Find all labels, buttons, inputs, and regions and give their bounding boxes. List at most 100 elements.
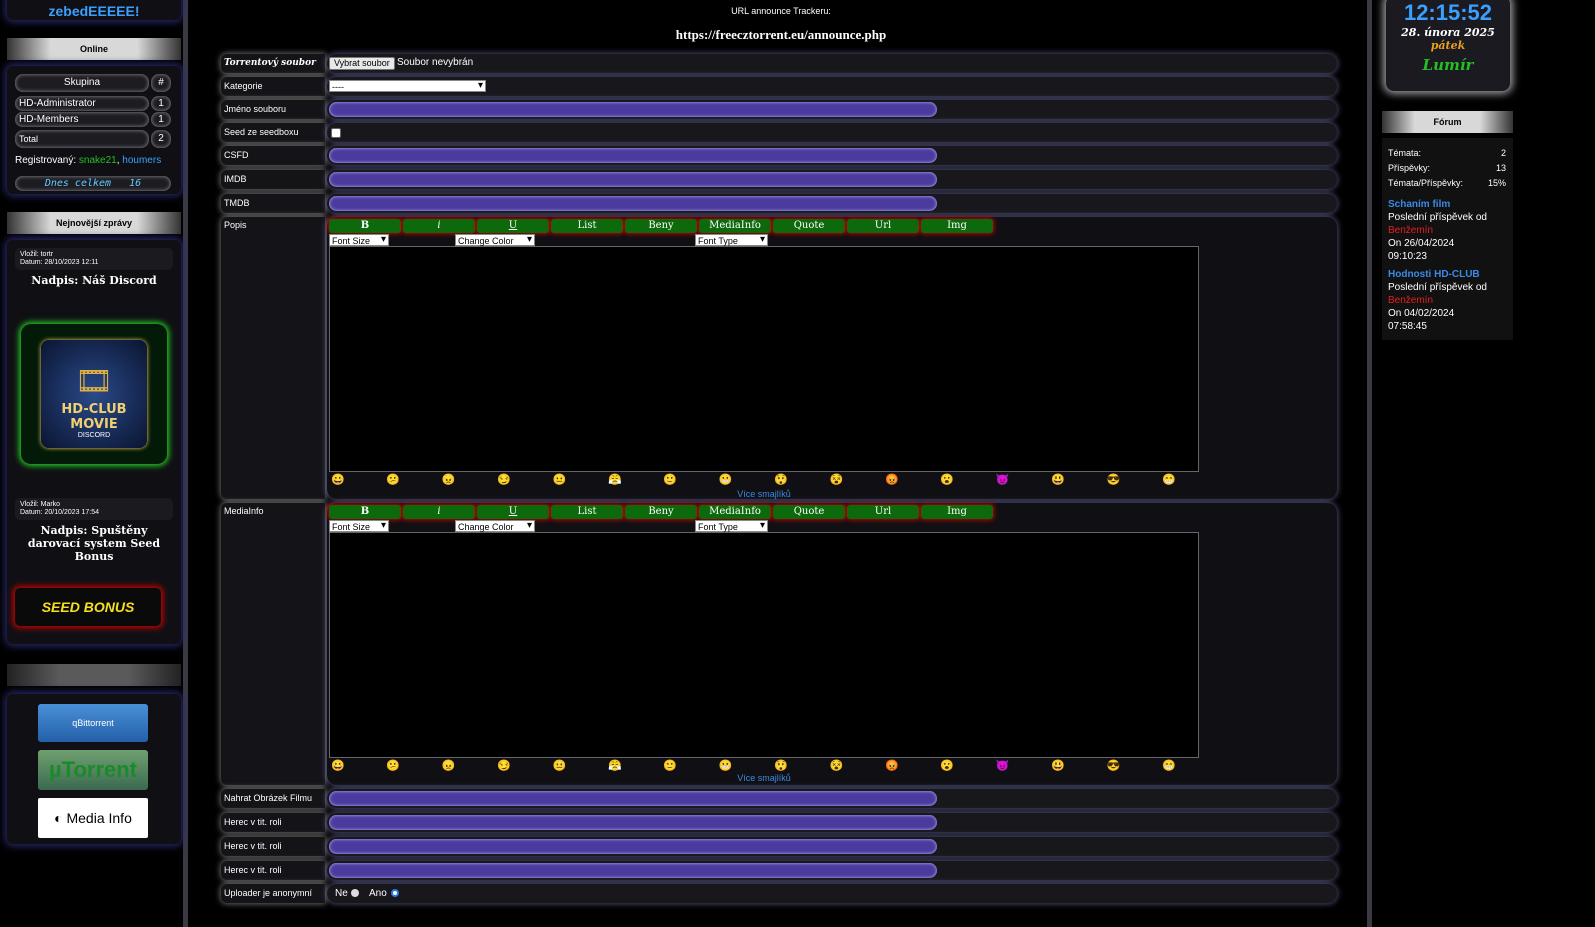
smiley-icon[interactable]: 😬: [719, 759, 733, 772]
italic-button[interactable]: i: [403, 219, 475, 233]
italic-button[interactable]: i: [403, 505, 475, 519]
url-button[interactable]: Url: [847, 219, 919, 233]
underline-button[interactable]: U: [477, 505, 549, 519]
online-row-name[interactable]: HD-Administrator: [15, 96, 149, 111]
list-button[interactable]: List: [551, 219, 623, 233]
smiley-icon[interactable]: 😠: [442, 473, 456, 486]
radio-yes[interactable]: [391, 889, 399, 897]
seed-bonus-banner[interactable]: SEED BONUS: [15, 588, 161, 626]
smiley-icon[interactable]: 😃: [1051, 759, 1065, 772]
font-size-select[interactable]: Font Size: [329, 234, 389, 246]
smiley-icon[interactable]: 😮: [940, 473, 954, 486]
news-title[interactable]: Nadpis: Spuštěny darovací system Seed Bo…: [15, 524, 173, 563]
font-type-select[interactable]: Font Type: [695, 234, 768, 246]
cell-anonymous: Ne Ano: [327, 884, 1337, 903]
imdb-input[interactable]: [329, 172, 937, 187]
list-button[interactable]: List: [551, 505, 623, 519]
smiley-icon[interactable]: 😎: [1107, 473, 1121, 486]
topic-title[interactable]: Schaním film: [1388, 198, 1508, 211]
smiley-icon[interactable]: 😬: [719, 473, 733, 486]
cell-tmdb: [327, 194, 1337, 213]
csfd-input[interactable]: [329, 148, 937, 163]
bold-button[interactable]: B: [329, 505, 401, 519]
smiley-icon[interactable]: 😀: [331, 759, 345, 772]
smiley-icon[interactable]: 😁: [1162, 759, 1176, 772]
smiley-icon[interactable]: 😏: [497, 473, 511, 486]
stat-label: Příspěvky:: [1388, 163, 1431, 173]
smiley-icon[interactable]: 😀: [331, 473, 345, 486]
online-row-name[interactable]: HD-Members: [15, 112, 149, 127]
change-color-select[interactable]: Change Color: [455, 234, 535, 246]
beny-button[interactable]: Beny: [625, 219, 697, 233]
username[interactable]: zebedEEEEE!: [48, 3, 139, 19]
topic-author[interactable]: Benžemín: [1388, 294, 1508, 307]
tmdb-input[interactable]: [329, 196, 937, 211]
actor-input-2[interactable]: [329, 839, 937, 854]
smiley-icon[interactable]: 😐: [553, 759, 567, 772]
news-title[interactable]: Nadpis: Náš Discord: [15, 274, 173, 287]
smiley-icon[interactable]: 😲: [774, 473, 788, 486]
cell-actor: [327, 837, 1337, 856]
smiley-icon[interactable]: 🙂: [663, 473, 677, 486]
mediainfo-button[interactable]: MediaInfo: [699, 219, 771, 233]
smiley-icon[interactable]: 😕: [386, 473, 400, 486]
smiley-icon[interactable]: 😤: [608, 473, 622, 486]
popis-editor: B i U List Beny MediaInfo Quote Url Img …: [327, 217, 1337, 499]
smiley-icon[interactable]: 😈: [996, 759, 1010, 772]
smiley-icon[interactable]: 😈: [996, 473, 1010, 486]
img-button[interactable]: Img: [921, 219, 993, 233]
smiley-icon[interactable]: 😤: [608, 759, 622, 772]
img-button[interactable]: Img: [921, 505, 993, 519]
category-select[interactable]: ----: [329, 80, 486, 92]
smiley-icon[interactable]: 😐: [553, 473, 567, 486]
qbittorrent-link[interactable]: qBittorrent: [38, 704, 148, 742]
change-color-select[interactable]: Change Color: [455, 520, 535, 532]
more-smileys-link[interactable]: Více smajlíků: [329, 489, 1199, 499]
label-mediainfo: MediaInfo: [221, 503, 325, 785]
utorrent-link[interactable]: µTorrent: [38, 750, 148, 790]
smiley-icon[interactable]: 😵: [830, 473, 844, 486]
cell-torrent-file: Vybrat soubor Soubor nevybrán: [327, 54, 1337, 73]
stat-label: Témata/Příspěvky:: [1388, 178, 1464, 188]
registered-user[interactable]: houmers: [122, 155, 161, 166]
font-size-select[interactable]: Font Size: [329, 520, 389, 532]
quote-button[interactable]: Quote: [773, 219, 845, 233]
registered-user[interactable]: snake21: [79, 155, 117, 166]
smiley-icon[interactable]: 😏: [497, 759, 511, 772]
quote-button[interactable]: Quote: [773, 505, 845, 519]
smiley-icon[interactable]: 😁: [1162, 473, 1176, 486]
actor-input-1[interactable]: [329, 815, 937, 830]
mediainfo-link[interactable]: ◐ Media Info: [38, 798, 148, 838]
smiley-icon[interactable]: 😠: [442, 759, 456, 772]
smiley-icon[interactable]: 😎: [1107, 759, 1121, 772]
forum-stat: Témata/Příspěvky: 15%: [1388, 178, 1506, 188]
mediainfo-button[interactable]: MediaInfo: [699, 505, 771, 519]
smiley-icon[interactable]: 😲: [774, 759, 788, 772]
smiley-icon[interactable]: 🙂: [663, 759, 677, 772]
mediainfo-textarea[interactable]: [329, 532, 1199, 758]
seedbox-checkbox[interactable]: [331, 128, 341, 138]
smiley-icon[interactable]: 😃: [1051, 473, 1065, 486]
bold-button[interactable]: B: [329, 219, 401, 233]
topic-author[interactable]: Benžemín: [1388, 224, 1508, 237]
topic-title[interactable]: Hodnosti HD-CLUB: [1388, 268, 1508, 281]
underline-button[interactable]: U: [477, 219, 549, 233]
smiley-icon[interactable]: 😡: [885, 473, 899, 486]
font-type-select[interactable]: Font Type: [695, 520, 768, 532]
file-name-input[interactable]: [329, 102, 937, 117]
discord-banner[interactable]: 🎞 HD-CLUB MOVIE DISCORD: [21, 324, 167, 464]
smiley-icon[interactable]: 😡: [885, 759, 899, 772]
radio-no[interactable]: [351, 889, 359, 897]
smiley-icon[interactable]: 😵: [830, 759, 844, 772]
popis-textarea[interactable]: [329, 246, 1199, 472]
news-author: Vložil: tortr: [20, 251, 54, 258]
actor-input-3[interactable]: [329, 863, 937, 878]
upload-image-input[interactable]: [329, 791, 937, 806]
smiley-icon[interactable]: 😮: [940, 759, 954, 772]
more-smileys-link[interactable]: Více smajlíků: [329, 773, 1199, 783]
url-button[interactable]: Url: [847, 505, 919, 519]
choose-file-button[interactable]: Vybrat soubor: [329, 57, 395, 70]
label-anonymous: Uploader je anonymní: [221, 884, 325, 903]
smiley-icon[interactable]: 😕: [386, 759, 400, 772]
beny-button[interactable]: Beny: [625, 505, 697, 519]
